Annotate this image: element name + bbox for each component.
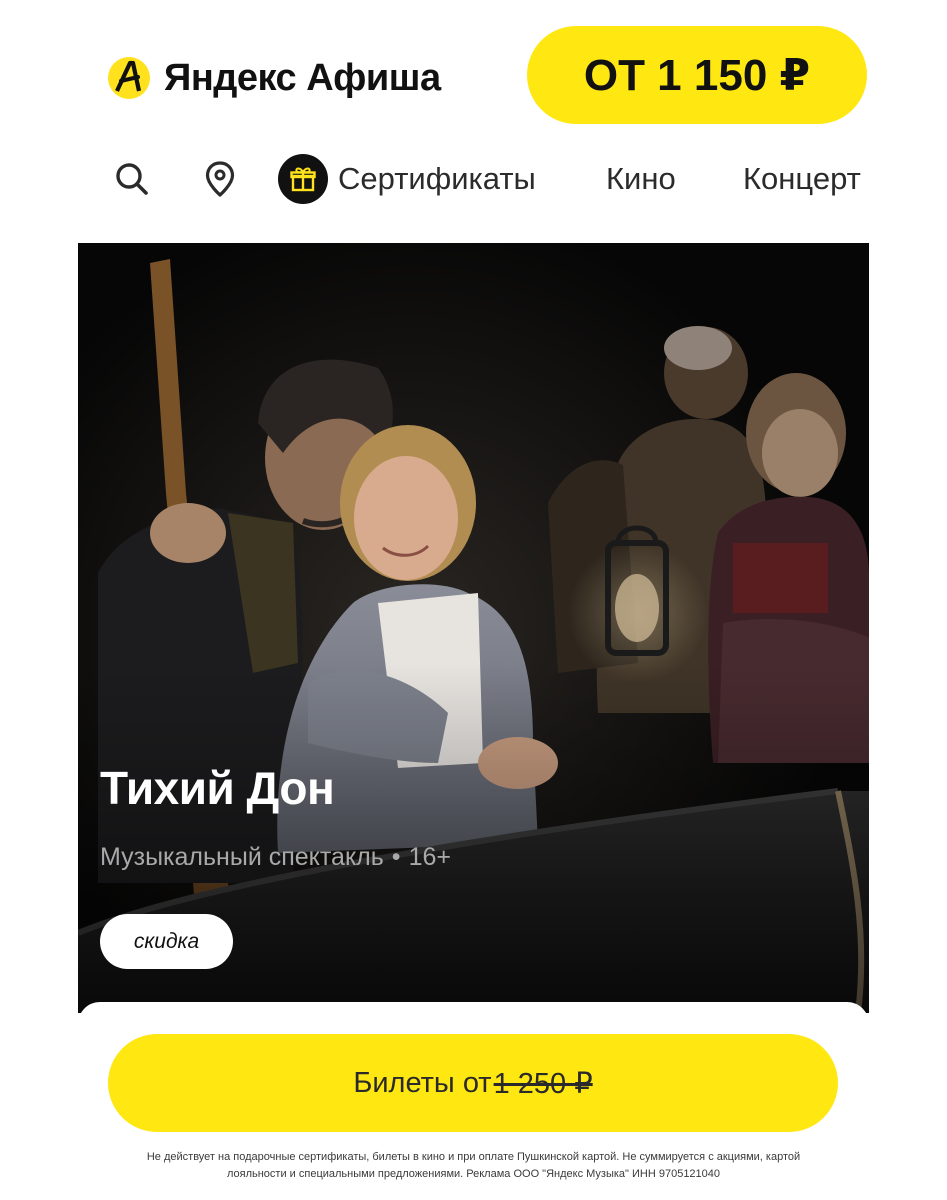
legal-disclaimer: Не действует на подарочные сертификаты, … <box>120 1149 827 1183</box>
old-price: 1 250 ₽ <box>493 1067 593 1100</box>
nav-item-concerts[interactable]: Концерт <box>743 150 861 208</box>
gift-icon <box>278 154 328 204</box>
tickets-label: Билеты от <box>353 1066 492 1099</box>
event-genre: Музыкальный спектакль <box>100 843 384 871</box>
afisha-logo-icon <box>108 57 150 99</box>
disclaimer-line-1: Не действует на подарочные сертификаты, … <box>146 1151 801 1163</box>
nav-certificates-label: Сертификаты <box>338 161 536 196</box>
event-hero[interactable]: Тихий Дон Музыкальный спектакль • 16+ скид… <box>78 243 869 1013</box>
event-title: Тихий Дон <box>100 762 335 814</box>
nav-item-certificates[interactable]: Сертификаты <box>278 150 536 208</box>
event-photo <box>78 243 869 1013</box>
search-icon[interactable] <box>112 150 152 208</box>
category-nav: Сертификаты Кино Концерт <box>100 150 863 208</box>
event-meta: Музыкальный спектакль • 16+ <box>100 843 451 872</box>
buy-tickets-button[interactable]: Билеты от 1 250 ₽ <box>108 1034 838 1132</box>
price-from-button[interactable]: ОТ 1 150 ₽ <box>527 26 867 124</box>
nav-item-cinema[interactable]: Кино <box>606 150 676 208</box>
logo-text: Яндекс Афиша <box>164 56 441 99</box>
age-rating: 16+ <box>408 843 451 871</box>
meta-separator: • <box>391 843 401 871</box>
disclaimer-line-2: лояльности и специальными предложениями.… <box>226 1168 721 1180</box>
page: Яндекс Афиша ОТ 1 150 ₽ Сертификаты Кино… <box>0 0 947 1200</box>
discount-badge: скидка <box>100 914 233 969</box>
afisha-logo[interactable]: Яндекс Афиша <box>108 52 441 104</box>
location-pin-icon[interactable] <box>200 150 240 208</box>
